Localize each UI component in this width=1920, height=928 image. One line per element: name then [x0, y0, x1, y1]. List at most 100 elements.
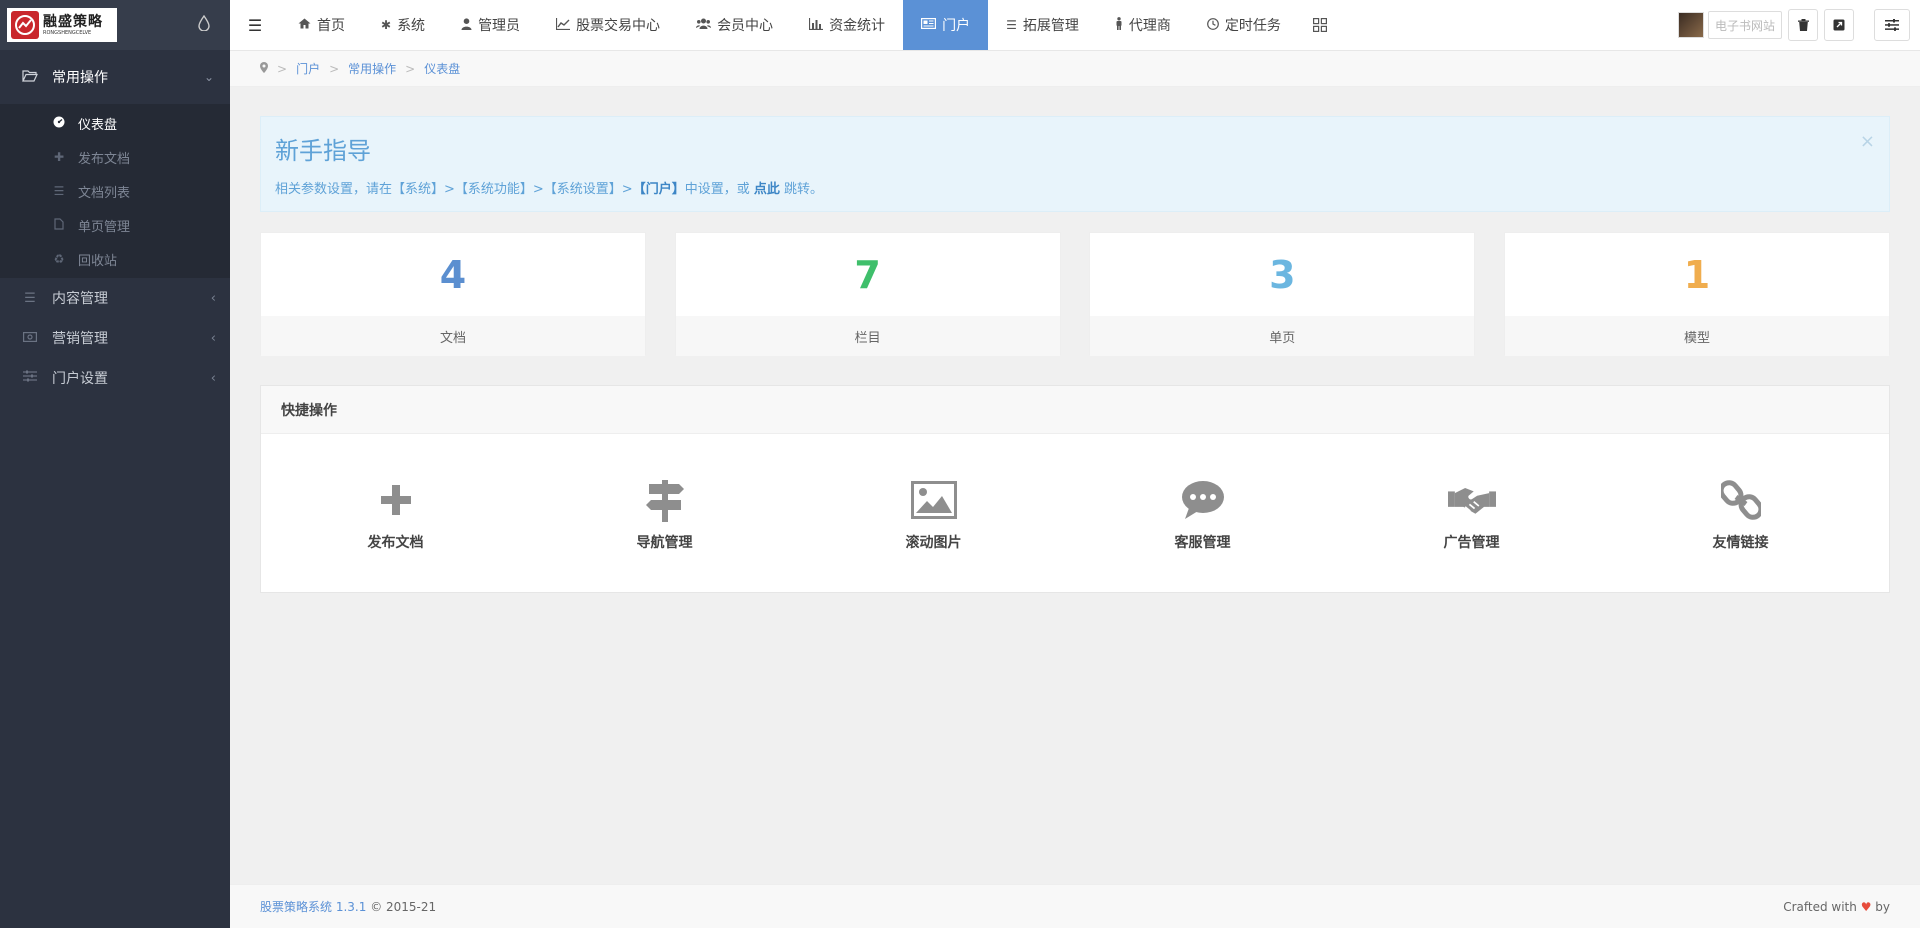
nav-agent[interactable]: 代理商 [1097, 0, 1189, 50]
guide-title: 新手指导 [275, 137, 371, 165]
close-icon[interactable]: × [1860, 131, 1875, 152]
external-link-button[interactable] [1824, 9, 1854, 41]
sidebar-item-doc-list[interactable]: ☰ 文档列表 [0, 174, 230, 208]
logo-en: RONGSHENGCELVE [43, 29, 92, 36]
quick-label: 客服管理 [1174, 535, 1231, 551]
quick-label: 滚动图片 [905, 535, 962, 551]
nav-portal[interactable]: 门户 [903, 0, 989, 50]
nav-stock-trading[interactable]: 股票交易中心 [538, 0, 678, 50]
sidebar-item-single-page[interactable]: 单页管理 [0, 208, 230, 242]
theme-drop-icon[interactable] [198, 14, 210, 35]
nav-label: 首页 [317, 18, 345, 34]
guide-click-here-link[interactable]: 点此 [754, 182, 780, 197]
sidebar-item-label: 单页管理 [78, 219, 131, 235]
plus-icon [372, 476, 420, 524]
trash-button[interactable] [1788, 9, 1818, 41]
logo[interactable]: 融盛策略 RONGSHENGCELVE [7, 8, 117, 42]
gear-icon: ✱ [381, 18, 392, 32]
stat-card-models[interactable]: 1 模型 [1503, 232, 1890, 356]
line-chart-icon [555, 17, 571, 33]
stat-value: 4 [439, 252, 467, 297]
logo-cn: 融盛策略 [43, 13, 103, 30]
sidebar-item-dashboard[interactable]: 仪表盘 [0, 106, 230, 140]
chevron-left-icon: ‹ [210, 290, 216, 306]
image-icon [910, 476, 958, 524]
quick-friend-links[interactable]: 友情链接 [1606, 434, 1875, 594]
chevron-down-icon: ⌄ [203, 70, 214, 84]
sidebar-group-label: 营销管理 [52, 331, 108, 347]
stat-card-pages[interactable]: 3 单页 [1089, 232, 1476, 356]
handshake-icon [1447, 476, 1496, 524]
nav-home[interactable]: 首页 [280, 0, 363, 50]
quick-label: 友情链接 [1712, 535, 1769, 551]
sliders-icon [1885, 19, 1899, 31]
footer-crafted: Crafted with [1783, 899, 1857, 914]
avatar[interactable] [1677, 12, 1704, 38]
sidebar-item-label: 发布文档 [78, 151, 131, 167]
nav-label: 门户 [942, 18, 971, 34]
quick-publish-doc[interactable]: 发布文档 [261, 434, 530, 594]
list-icon: ☰ [53, 184, 65, 198]
nav-member-center[interactable]: 会员中心 [678, 0, 791, 50]
nav-label: 股票交易中心 [576, 18, 661, 34]
heart-icon: ♥ [1860, 899, 1872, 914]
breadcrumb: > 门户 > 常用操作 > 仪表盘 [230, 51, 1920, 87]
nav-label: 代理商 [1128, 18, 1171, 34]
chevron-left-icon: ‹ [210, 370, 216, 386]
guide-alert: 新手指导 相关参数设置，请在【系统】>【系统功能】>【系统设置】>【门户】中设置… [260, 116, 1890, 212]
money-icon [20, 331, 40, 346]
breadcrumb-item[interactable]: 常用操作 [348, 60, 396, 77]
sidebar-group-label: 内容管理 [52, 291, 108, 307]
nav-admin[interactable]: 管理员 [443, 0, 538, 50]
site-chip[interactable]: 电子书网站 [1707, 11, 1782, 39]
nav-extension[interactable]: ☰ 拓展管理 [988, 0, 1097, 50]
sidebar-item-recycle[interactable]: ♻ 回收站 [0, 242, 230, 276]
sidebar-group-portal-settings[interactable]: 门户设置 ‹ [0, 358, 230, 398]
nav-right-tools: 电子书网站 [1677, 0, 1920, 50]
hamburger-menu-icon[interactable]: ☰ [230, 0, 280, 50]
male-icon [1115, 17, 1123, 33]
quick-nav-manage[interactable]: 导航管理 [530, 434, 799, 594]
sidebar: 融盛策略 RONGSHENGCELVE 常用操作 ⌄ 仪表盘 ✚ 发布文档 ☰ … [0, 0, 230, 928]
breadcrumb-separator: > [277, 61, 288, 76]
chevron-left-icon: ‹ [210, 330, 216, 346]
breadcrumb-item[interactable]: 门户 [296, 60, 320, 77]
breadcrumb-separator: > [405, 61, 416, 76]
nav-scheduled-tasks[interactable]: 定时任务 [1189, 0, 1299, 50]
nav-system[interactable]: ✱ 系统 [363, 0, 443, 50]
quick-ad-manage[interactable]: 广告管理 [1337, 434, 1606, 594]
nav-fund-stats[interactable]: 资金统计 [791, 0, 903, 50]
stat-label: 模型 [1504, 316, 1889, 356]
link-icon [1717, 476, 1765, 524]
stat-card-columns[interactable]: 7 栏目 [674, 232, 1061, 356]
user-icon [461, 17, 472, 33]
stat-label: 文档 [261, 316, 645, 356]
quick-actions-body: 发布文档 导航管理 滚动图片 客服管理 广告管理 友情链接 [261, 434, 1889, 594]
sidebar-item-publish-doc[interactable]: ✚ 发布文档 [0, 140, 230, 174]
footer: 股票策略系统 1.3.1 © 2015-21 Crafted with ♥ by [230, 884, 1920, 928]
stat-card-docs[interactable]: 4 文档 [260, 232, 646, 356]
dashboard-icon [52, 116, 66, 131]
settings-toggle-button[interactable] [1874, 9, 1910, 41]
grid-apps-icon[interactable] [1299, 0, 1341, 50]
sidebar-group-marketing[interactable]: 营销管理 ‹ [0, 318, 230, 358]
plus-icon: ✚ [53, 150, 65, 164]
quick-actions-title: 快捷操作 [261, 386, 1889, 434]
quick-customer-service[interactable]: 客服管理 [1068, 434, 1337, 594]
breadcrumb-item[interactable]: 仪表盘 [424, 60, 460, 77]
sidebar-group-common[interactable]: 常用操作 ⌄ [0, 50, 230, 104]
map-marker-icon[interactable] [260, 61, 268, 76]
logo-bar: 融盛策略 RONGSHENGCELVE [0, 0, 230, 50]
quick-label: 导航管理 [636, 535, 693, 551]
footer-by: by [1875, 899, 1890, 914]
stat-value: 1 [1683, 252, 1711, 297]
quick-slider-images[interactable]: 滚动图片 [799, 434, 1068, 594]
chat-icon [1179, 476, 1227, 524]
nav-label: 资金统计 [829, 18, 886, 34]
sidebar-group-content[interactable]: ☰ 内容管理 ‹ [0, 278, 230, 318]
sidebar-item-label: 文档列表 [78, 185, 131, 201]
recycle-icon: ♻ [53, 252, 65, 266]
file-icon [52, 217, 66, 233]
nav-label: 拓展管理 [1022, 18, 1079, 34]
footer-brand-link[interactable]: 股票策略系统 1.3.1 [260, 900, 366, 914]
